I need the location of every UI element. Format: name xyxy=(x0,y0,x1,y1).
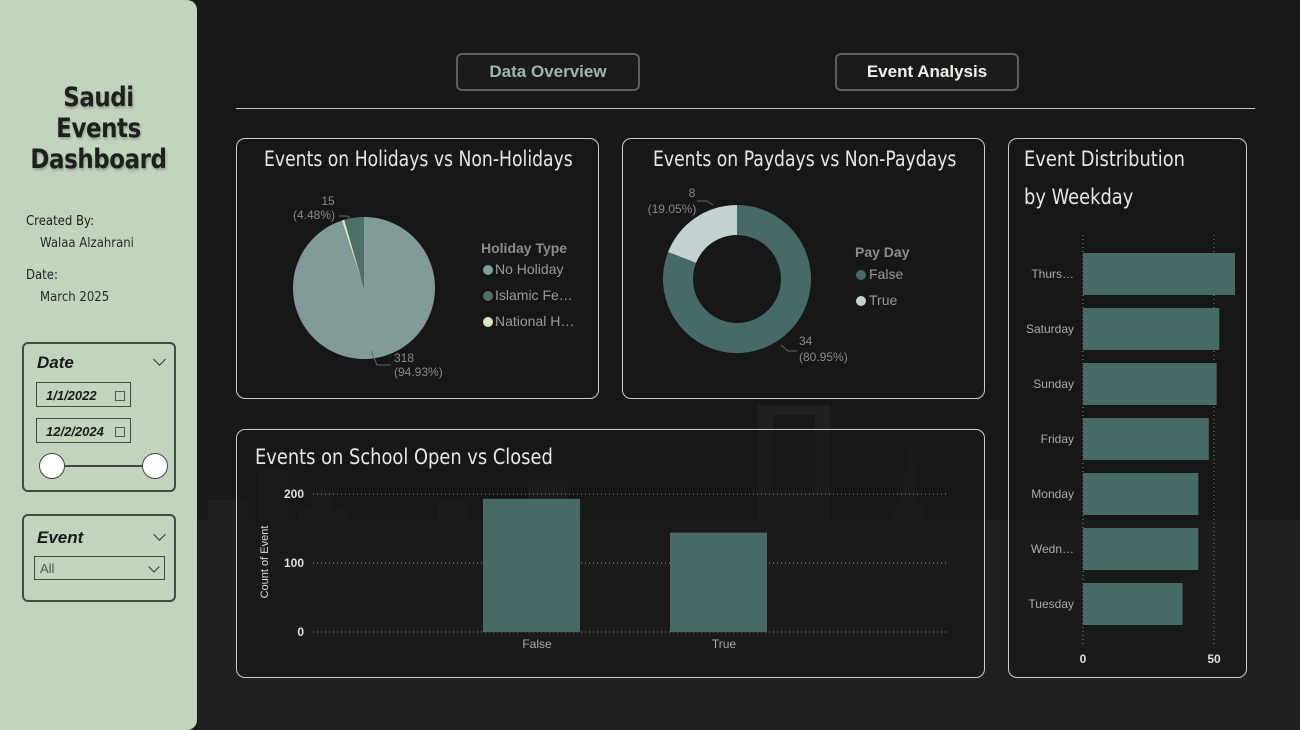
date-slicer-title: Date xyxy=(37,353,74,372)
legend-item[interactable]: National H… xyxy=(495,313,574,329)
calendar-icon[interactable] xyxy=(115,427,125,437)
created-by-value: Walaa Alzahrani xyxy=(40,236,134,251)
chevron-down-icon[interactable] xyxy=(153,528,166,541)
date-value: March 2025 xyxy=(40,290,110,305)
data-label: 15 xyxy=(321,194,335,208)
data-label: (94.93%) xyxy=(394,365,443,379)
data-label: (4.48%) xyxy=(293,208,335,222)
title-line: Saudi xyxy=(63,82,134,113)
event-dropdown[interactable]: All xyxy=(34,556,165,580)
end-date-input[interactable]: 12/2/2024 xyxy=(36,418,131,443)
tick-label: 0 xyxy=(297,625,304,639)
dashboard-title: Saudi Events Dashboard xyxy=(15,82,182,175)
data-label: 318 xyxy=(394,351,414,365)
header-divider xyxy=(236,108,1255,109)
category-label: Tuesday xyxy=(1028,597,1074,611)
y-axis-label: Count of Event xyxy=(259,526,271,599)
start-date-input[interactable]: 1/1/2022 xyxy=(36,382,131,407)
category-label: Friday xyxy=(1041,432,1074,446)
bar xyxy=(1083,418,1209,460)
label-leader-line xyxy=(780,344,797,352)
weekday-bar-chart: Thurs… Saturday Sunday Friday Monday Wedn… Tue… xyxy=(1026,235,1235,666)
bar xyxy=(1083,308,1220,350)
legend-marker xyxy=(856,270,866,280)
data-label: 34 xyxy=(799,334,813,348)
legend-item[interactable]: True xyxy=(869,292,897,308)
paydays-donut-chart: 8 (19.05%) 34 (80.95%) Pay Day False Tru… xyxy=(648,186,910,364)
weekday-card: Event Distribution by Weekday Thurs… Satu… xyxy=(1008,138,1247,678)
category-label: True xyxy=(712,637,737,651)
legend-title: Pay Day xyxy=(855,244,910,260)
legend-item[interactable]: Islamic Fe… xyxy=(495,287,573,303)
data-label: 8 xyxy=(689,186,696,200)
paydays-card: Events on Paydays vs Non-Paydays 8 (19.0… xyxy=(622,138,985,399)
title-line: Events xyxy=(56,113,141,144)
slider-start-handle[interactable] xyxy=(39,453,65,479)
date-range-slider[interactable] xyxy=(52,465,154,467)
bar xyxy=(1083,253,1235,295)
legend-marker xyxy=(483,291,493,301)
date-label: Date: xyxy=(26,268,58,283)
data-overview-button[interactable]: Data Overview xyxy=(456,53,640,91)
bar xyxy=(1083,473,1199,515)
tick-label: 100 xyxy=(284,556,304,570)
created-by-label: Created By: xyxy=(26,214,95,229)
category-label: Monday xyxy=(1031,487,1074,501)
calendar-icon[interactable] xyxy=(115,391,125,401)
bar xyxy=(1083,363,1217,405)
date-slicer: Date 1/1/2022 12/2/2024 xyxy=(22,342,176,492)
label-leader-line xyxy=(339,215,351,219)
category-label: Thurs… xyxy=(1031,267,1074,281)
data-label: (19.05%) xyxy=(648,202,697,216)
category-label: False xyxy=(522,637,552,651)
school-card: Events on School Open vs Closed 0 100 200 F… xyxy=(236,429,985,678)
bar xyxy=(1083,583,1183,625)
bar xyxy=(1083,528,1199,570)
legend-item[interactable]: No Holiday xyxy=(495,261,563,277)
dashboard-canvas: Saudi Events Dashboard Created By: Walaa… xyxy=(0,0,1300,730)
bar xyxy=(483,498,580,632)
event-analysis-button[interactable]: Event Analysis xyxy=(835,53,1019,91)
data-label: (80.95%) xyxy=(799,350,848,364)
tick-label: 200 xyxy=(284,487,304,501)
tick-label: 50 xyxy=(1207,652,1221,666)
category-label: Wedn… xyxy=(1031,542,1074,556)
event-slicer-title: Event xyxy=(37,528,84,547)
legend-title: Holiday Type xyxy=(481,240,567,256)
pie-slice xyxy=(293,217,435,359)
chevron-down-icon[interactable] xyxy=(153,353,166,366)
category-label: Saturday xyxy=(1026,322,1074,336)
chevron-down-icon xyxy=(148,561,160,573)
bar xyxy=(670,532,767,632)
school-bar-chart: 0 100 200 False True Count of Event xyxy=(259,487,949,651)
event-slicer: Event All xyxy=(22,514,176,602)
label-leader-line xyxy=(697,200,714,206)
category-label: Sunday xyxy=(1033,377,1074,391)
slider-end-handle[interactable] xyxy=(142,453,168,479)
legend-marker xyxy=(483,317,493,327)
holidays-pie-chart: 15 (4.48%) 318 (94.93%) Holiday Type No … xyxy=(293,194,574,379)
tick-label: 0 xyxy=(1080,652,1087,666)
legend-item[interactable]: False xyxy=(869,266,903,282)
event-dropdown-value: All xyxy=(40,561,55,576)
legend-marker xyxy=(856,296,866,306)
title-line: Dashboard xyxy=(30,144,167,175)
end-date-value: 12/2/2024 xyxy=(46,424,104,439)
start-date-value: 1/1/2022 xyxy=(46,388,97,403)
holidays-card: Events on Holidays vs Non-Holidays 15 (4… xyxy=(236,138,599,399)
legend-marker xyxy=(483,265,493,275)
sidebar: Saudi Events Dashboard Created By: Walaa… xyxy=(0,0,197,730)
